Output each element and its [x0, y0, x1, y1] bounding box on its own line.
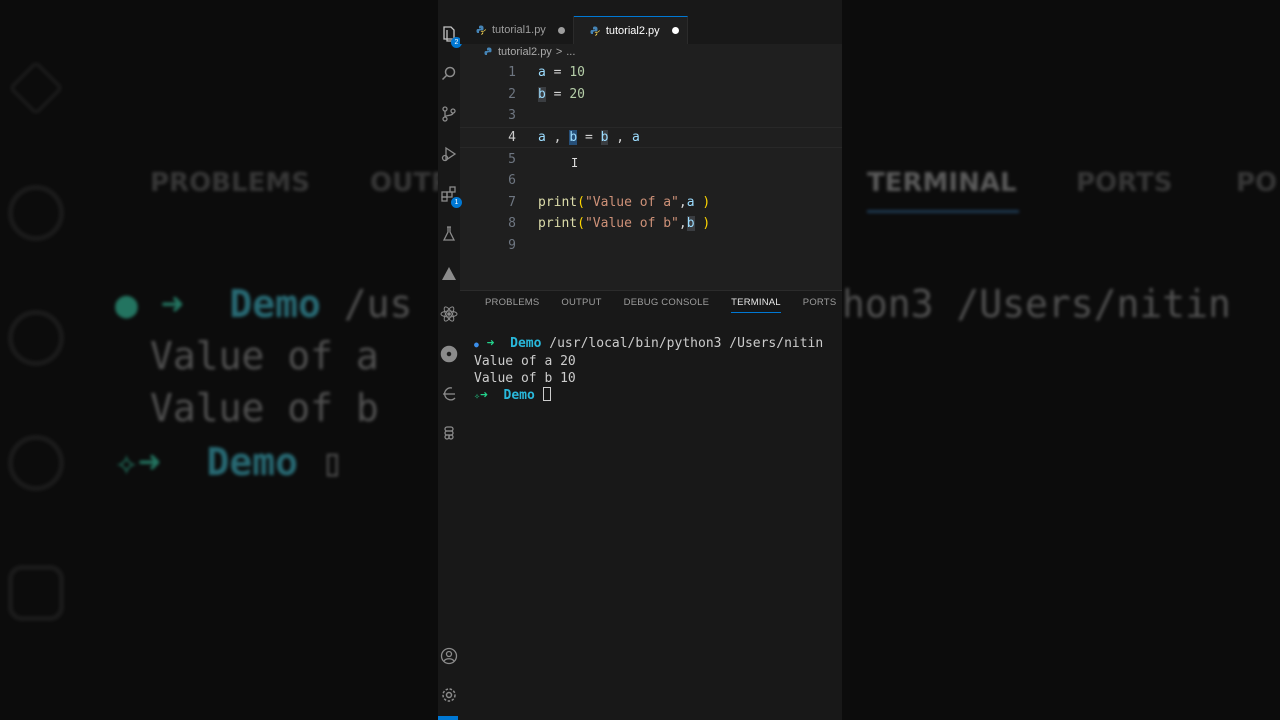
breadcrumb-separator: >: [555, 46, 563, 58]
line-number: 7: [508, 194, 516, 210]
title-strip: [460, 0, 842, 16]
line-number: 3: [508, 108, 516, 124]
deploy-icon[interactable]: [440, 265, 458, 283]
line-number: 5: [508, 151, 516, 167]
line-number: 6: [508, 173, 516, 189]
bg-tab-terminal: TERMINAL: [867, 168, 1017, 198]
terminal-prompt: Demo: [510, 336, 542, 351]
line-number: 1: [508, 65, 516, 81]
code-text: b = 20: [538, 86, 585, 102]
figma-icon[interactable]: [440, 425, 458, 443]
source-control-icon[interactable]: [440, 105, 458, 123]
tab-tutorial1[interactable]: tutorial1.py: [460, 16, 574, 44]
tab-label: tutorial2.py: [605, 24, 660, 37]
tab-tutorial2[interactable]: tutorial2.py: [573, 16, 688, 44]
breadcrumb-rest[interactable]: ...: [566, 46, 575, 58]
react-icon[interactable]: [440, 305, 458, 323]
breadcrumb: tutorial2.py > ...: [484, 46, 575, 58]
terminal-command: /usr/local/bin/python3 /Users/nitin: [541, 336, 824, 351]
run-debug-icon[interactable]: [440, 145, 458, 163]
bg-chrome-icon: [8, 310, 64, 366]
code-text: a = 10: [538, 65, 585, 81]
line-number: 2: [508, 86, 516, 102]
bg-line-4: ✧➜ Demo ▯: [115, 440, 344, 484]
line-number: 8: [508, 216, 516, 232]
background-left: PROBLEMS OUTP ● ➜ Demo /us Value of a Va…: [0, 0, 438, 720]
line-number: 9: [508, 238, 516, 254]
tab-debug-console[interactable]: DEBUG CONSOLE: [624, 297, 709, 313]
tab-output[interactable]: OUTPUT: [561, 297, 601, 313]
bg-tab-output: OUTP: [370, 168, 438, 198]
terminal-output[interactable]: ● ➜ Demo /usr/local/bin/python3 /Users/n…: [474, 335, 823, 405]
terminal-output-line: Value of a 20: [474, 354, 576, 369]
python-icon: [590, 26, 600, 36]
unsaved-dot-icon[interactable]: [671, 27, 679, 34]
panel-tabs: PROBLEMS OUTPUT DEBUG CONSOLE TERMINAL P…: [485, 297, 842, 313]
bg-figma-icon: [8, 565, 64, 621]
unsaved-dot-icon[interactable]: [557, 26, 565, 34]
bottom-panel: PROBLEMS OUTPUT DEBUG CONSOLE TERMINAL P…: [460, 290, 842, 720]
tab-terminal[interactable]: TERMINAL: [731, 297, 781, 313]
bg-terminal-underline: [867, 210, 1019, 213]
python-icon: [484, 47, 492, 55]
code-line-1[interactable]: 1 a = 10: [460, 62, 842, 84]
code-line-3[interactable]: 3: [460, 105, 842, 127]
python-icon: [476, 25, 486, 35]
terminal-prompt: Demo: [503, 388, 535, 403]
bg-tab-po: PO: [1236, 168, 1278, 198]
settings-gear-icon[interactable]: [440, 686, 458, 704]
code-line-9[interactable]: 9: [460, 235, 842, 257]
breadcrumb-file[interactable]: tutorial2.py: [498, 46, 552, 58]
editor-tabs: tutorial1.py tutorial2.py: [460, 16, 842, 44]
code-line-6[interactable]: 6: [460, 170, 842, 192]
code-line-4[interactable]: 4 a , b = b , a: [460, 126, 842, 149]
code-text: a , b = b , a: [538, 130, 640, 146]
bg-react-icon: [8, 185, 64, 241]
code-text: print("Value of a",a ): [538, 194, 711, 210]
code-line-5[interactable]: 5: [460, 148, 842, 170]
bg-line-2: Value of a: [150, 334, 379, 378]
status-indicator: [438, 716, 458, 720]
terminal-output-line: Value of b 10: [474, 371, 576, 386]
code-text: print("Value of b",b ): [538, 216, 711, 232]
bg-line-1: ● ➜ Demo /us: [115, 282, 413, 326]
activity-bar: 2 1: [438, 0, 462, 720]
accounts-icon[interactable]: [440, 647, 458, 665]
bg-tab-problems: PROBLEMS: [150, 168, 310, 198]
bg-copilot-icon: [8, 435, 64, 491]
bg-tab-ports: PORTS: [1076, 168, 1173, 198]
mouse-ibeam-cursor-icon: I: [571, 156, 579, 170]
background-right: TERMINAL PORTS PO hon3 /Users/nitin: [842, 0, 1280, 720]
tab-problems[interactable]: PROBLEMS: [485, 297, 539, 313]
bg-deploy-icon: [8, 60, 64, 116]
code-line-2[interactable]: 2 b = 20: [460, 84, 842, 106]
search-icon[interactable]: [440, 65, 458, 83]
terminal-cursor: [542, 387, 551, 401]
code-line-8[interactable]: 8 print("Value of b",b ): [460, 213, 842, 235]
testing-icon[interactable]: [440, 225, 458, 243]
bg-line-3: Value of b: [150, 386, 379, 430]
code-editor[interactable]: 1 a = 10 2 b = 20 3 4 a , b = b , a 5 6 …: [460, 62, 842, 258]
bg-line-right: hon3 /Users/nitin: [842, 282, 1231, 326]
chrome-icon[interactable]: [440, 345, 458, 363]
tab-ports[interactable]: PORTS: [803, 297, 837, 313]
line-number: 4: [508, 130, 516, 146]
timeline-icon[interactable]: [440, 385, 458, 403]
vscode-window: 2 1 tutorial1.py tutorial2.py tutorial2.…: [438, 0, 842, 720]
code-line-7[interactable]: 7 print("Value of a",a ): [460, 192, 842, 214]
tab-label: tutorial1.py: [492, 24, 546, 36]
